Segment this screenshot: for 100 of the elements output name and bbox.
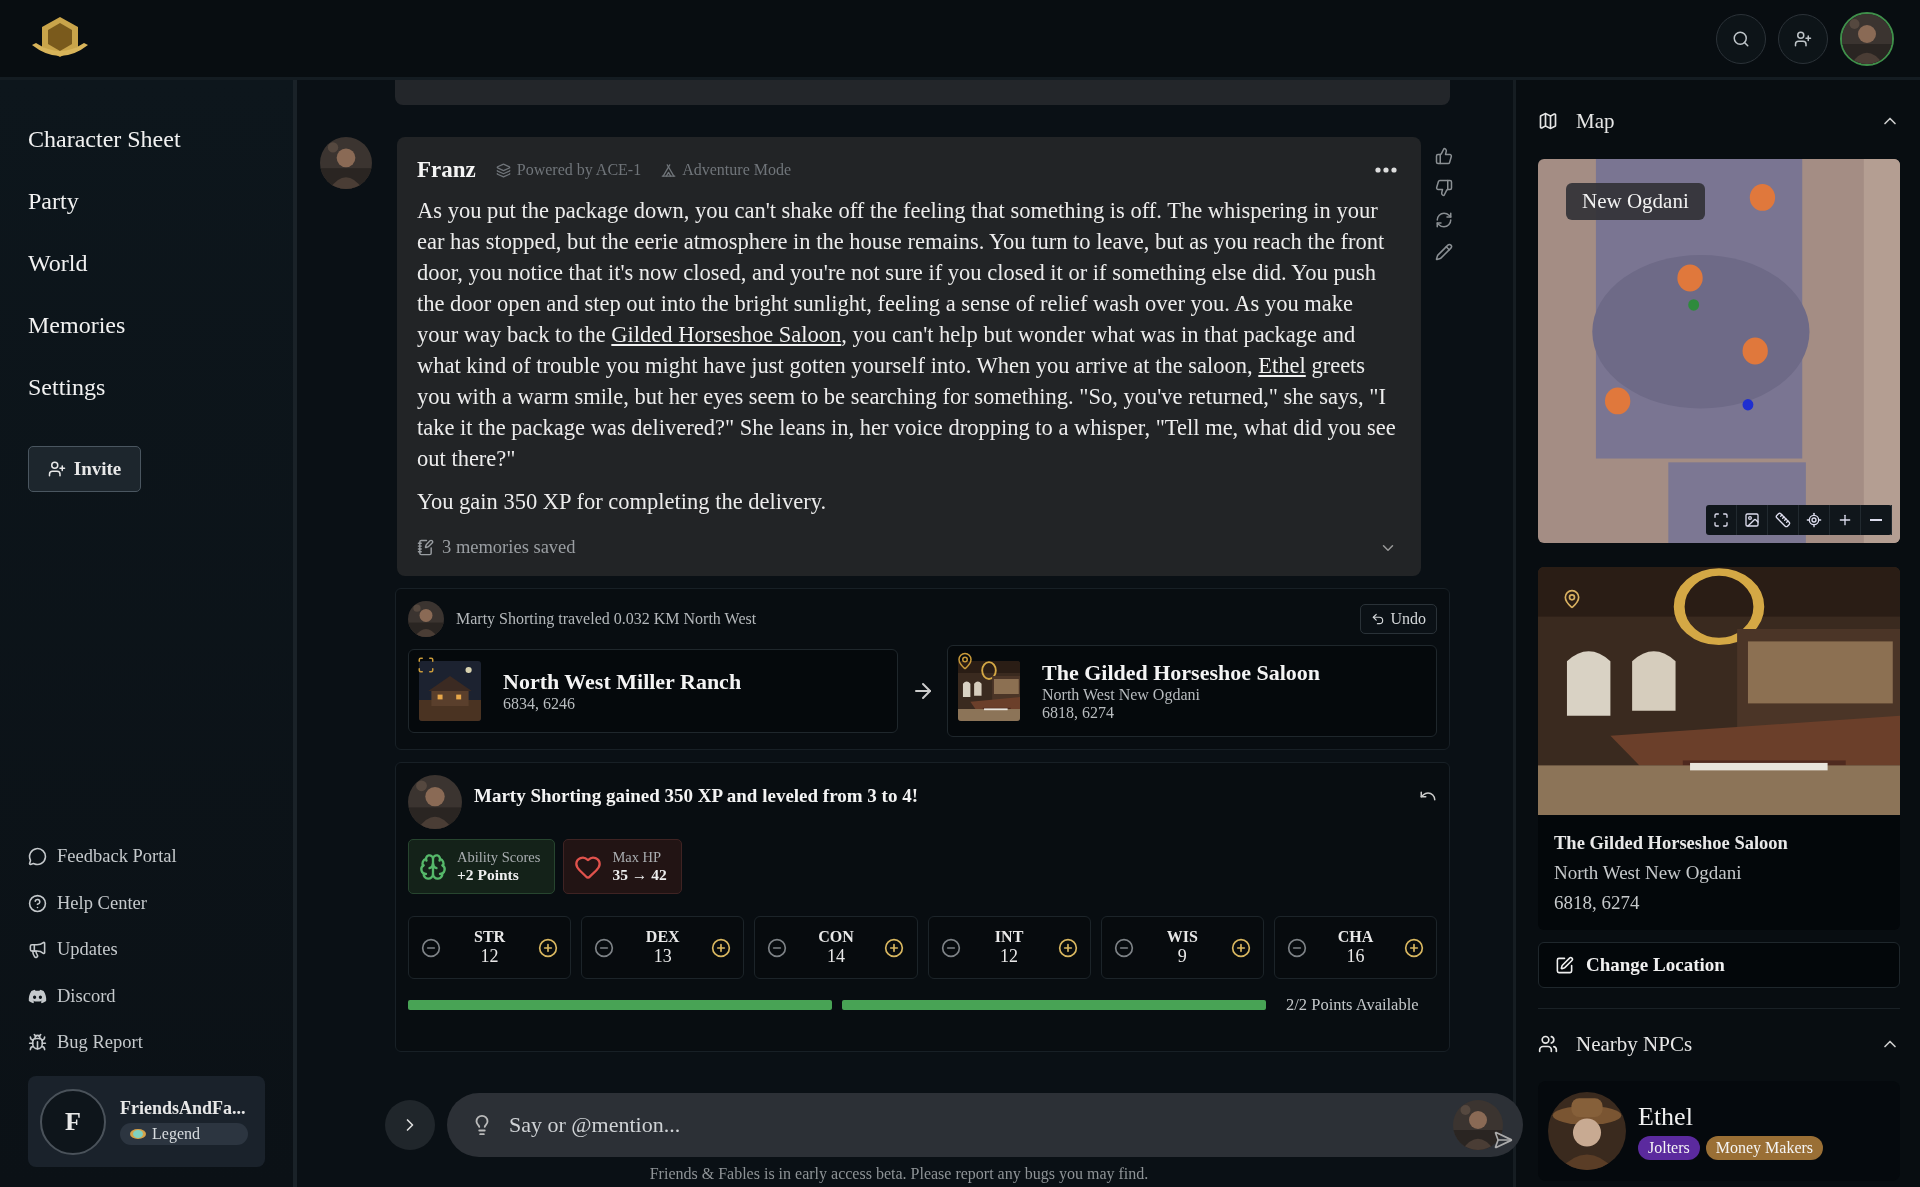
plus-icon [1837,512,1853,528]
faction-tag: Money Makers [1705,1136,1824,1160]
ability-value: 14 [826,946,845,967]
profile-button[interactable] [1840,11,1894,66]
minus-icon [1113,937,1134,958]
decrease-button[interactable] [594,937,615,958]
memories-toggle[interactable]: 3 memories saved [417,537,576,558]
ruler-icon [1775,512,1791,528]
user-plus-icon [1794,29,1812,48]
image-icon [1744,512,1760,528]
add-friend-button[interactable] [1778,13,1828,64]
increase-button[interactable] [711,937,732,958]
nav-item[interactable]: Settings [28,356,106,418]
footer-note: Friends & Fables is in early access beta. Please report any bugs you may find. [648,1165,1150,1183]
location-name: The Gilded Horseshoe Saloon [1554,833,1789,854]
travel-text: Marty Shorting traveled 0.032 KM North West [456,610,757,628]
plus-icon [884,937,905,958]
more-icon [1375,167,1397,173]
search-icon [1732,29,1750,48]
author-name: Franz [417,157,476,183]
more-button[interactable] [1375,167,1397,173]
undo-button[interactable]: Undo [1360,604,1437,634]
nav-item[interactable]: Party [28,170,79,232]
points-text: 2/2 Points Available [1286,995,1419,1015]
minus-icon [421,937,441,958]
ability-value: 13 [653,946,672,967]
tent-icon [661,162,677,178]
undo-icon [1371,612,1386,626]
ability-value: 9 [1177,946,1187,967]
sidebar-link[interactable]: Help Center [28,880,147,927]
faction-tag: Jolters [1638,1136,1700,1160]
message-text: As you put the package down, you can't shake off the feeling that something is off. The whispering in your ear has stopped, but the eerie atmosphere in the house remains. You turn to leave, but as you reach the front door, you notice that it's now closed, and you're not sure if you closed it or if something else did. You push the door open and step out into the bright sunlight, feeling a sense of relief wash over you. As you make your way back to the Gilded Horseshoe Saloon, you can't help but wonder what was in that package and what kind of trouble you might have just gotten yourself into. When you arrive at the saloon, Ethel greets you with a warm smile, but her eyes seem to be searching for something. "So, you've returned," she says, "I take it the package was delivered?" She leans in, her voice dropping to a whisper, "Tell me, what did you see out there?" [417,197,1397,473]
user-avatar: F [40,1088,106,1155]
decrease-button[interactable] [421,937,441,958]
change-location-button[interactable]: Change Location [1538,942,1900,988]
entity-link[interactable]: Ethel [1258,353,1306,378]
location-region: North West New Ogdani [1554,862,1743,884]
location-name: North West Miller Ranch [503,669,742,695]
thumbs-up-icon[interactable] [1435,147,1453,165]
location-name: The Gilded Horseshoe Saloon [1042,660,1321,686]
brain-icon [419,852,447,881]
ability-value: 16 [1346,946,1365,967]
send-icon[interactable] [1493,1130,1513,1150]
npc-card[interactable]: Ethel Jolters Money Makers [1538,1081,1900,1181]
bug-icon [28,1033,47,1053]
location-card[interactable]: North West Miller Ranch 6834, 6246 [408,649,898,733]
location-coords: 6834, 6246 [503,695,576,713]
regenerate-icon[interactable] [1435,211,1453,229]
user-card[interactable]: F FriendsAndFa... Legend [28,1076,265,1167]
ability-name: STR [474,928,506,946]
map-icon [1538,111,1558,131]
help-icon [28,893,47,913]
edit-icon[interactable] [1435,243,1453,261]
decrease-button[interactable] [940,937,961,958]
ability-name: DEX [645,928,680,946]
rank-label: Legend [152,1125,200,1143]
location-card[interactable]: The Gilded Horseshoe Saloon North West New Ogdani 6818, 6274 [947,645,1437,737]
edit-icon [1555,955,1574,975]
invite-button[interactable]: Invite [28,446,141,492]
gem-icon [130,1128,146,1140]
mode-label: Adventure Mode [682,161,792,179]
increase-button[interactable] [1057,937,1078,958]
increase-button[interactable] [538,937,559,958]
text-input[interactable]: Say or @mention... [507,1111,1439,1139]
thumbs-down-icon[interactable] [1435,179,1453,197]
megaphone-icon [28,940,47,960]
ability-name: WIS [1166,928,1198,946]
ability-value: 12 [480,946,499,967]
minus-icon [1870,519,1882,521]
users-icon [1538,1034,1558,1054]
location-region: North West New Ogdani [1042,686,1201,704]
location-coords: 6818, 6274 [1042,704,1115,722]
increase-button[interactable] [884,937,905,958]
decrease-button[interactable] [1113,937,1134,958]
ability-name: CHA [1337,928,1374,946]
chat-bubble-icon [28,847,47,867]
user-name: FriendsAndFa... [120,1098,247,1119]
sidebar-link[interactable]: Discord [28,973,116,1020]
notebook-icon [417,539,434,556]
nav-item[interactable]: Character Sheet [28,108,181,170]
reward-label: Ability Scores [457,849,541,866]
sidebar-link[interactable]: Bug Report [28,1019,143,1066]
crosshair-icon [1806,512,1822,528]
npc-name: Ethel [1638,1102,1694,1132]
nav-item[interactable]: Memories [28,294,126,356]
sidebar-link[interactable]: Updates [28,926,118,973]
map-pin-icon [956,652,974,670]
map-pin-icon [1562,589,1582,609]
sidebar-link[interactable]: Feedback Portal [28,833,177,880]
level-up-title: Marty Shorting gained 350 XP and leveled from 3 to 4! [474,785,918,807]
increase-button[interactable] [1230,937,1251,958]
search-button[interactable] [1716,13,1766,64]
decrease-button[interactable] [767,937,788,958]
message-input[interactable]: Say or @mention... [447,1093,1523,1157]
nav-item[interactable]: World [28,232,88,294]
increase-button[interactable] [1404,937,1424,958]
decrease-button[interactable] [1286,937,1307,958]
location-coords: 6818, 6274 [1554,892,1641,914]
reward-value: +2 Points [457,866,520,884]
plus-icon [1230,937,1251,958]
